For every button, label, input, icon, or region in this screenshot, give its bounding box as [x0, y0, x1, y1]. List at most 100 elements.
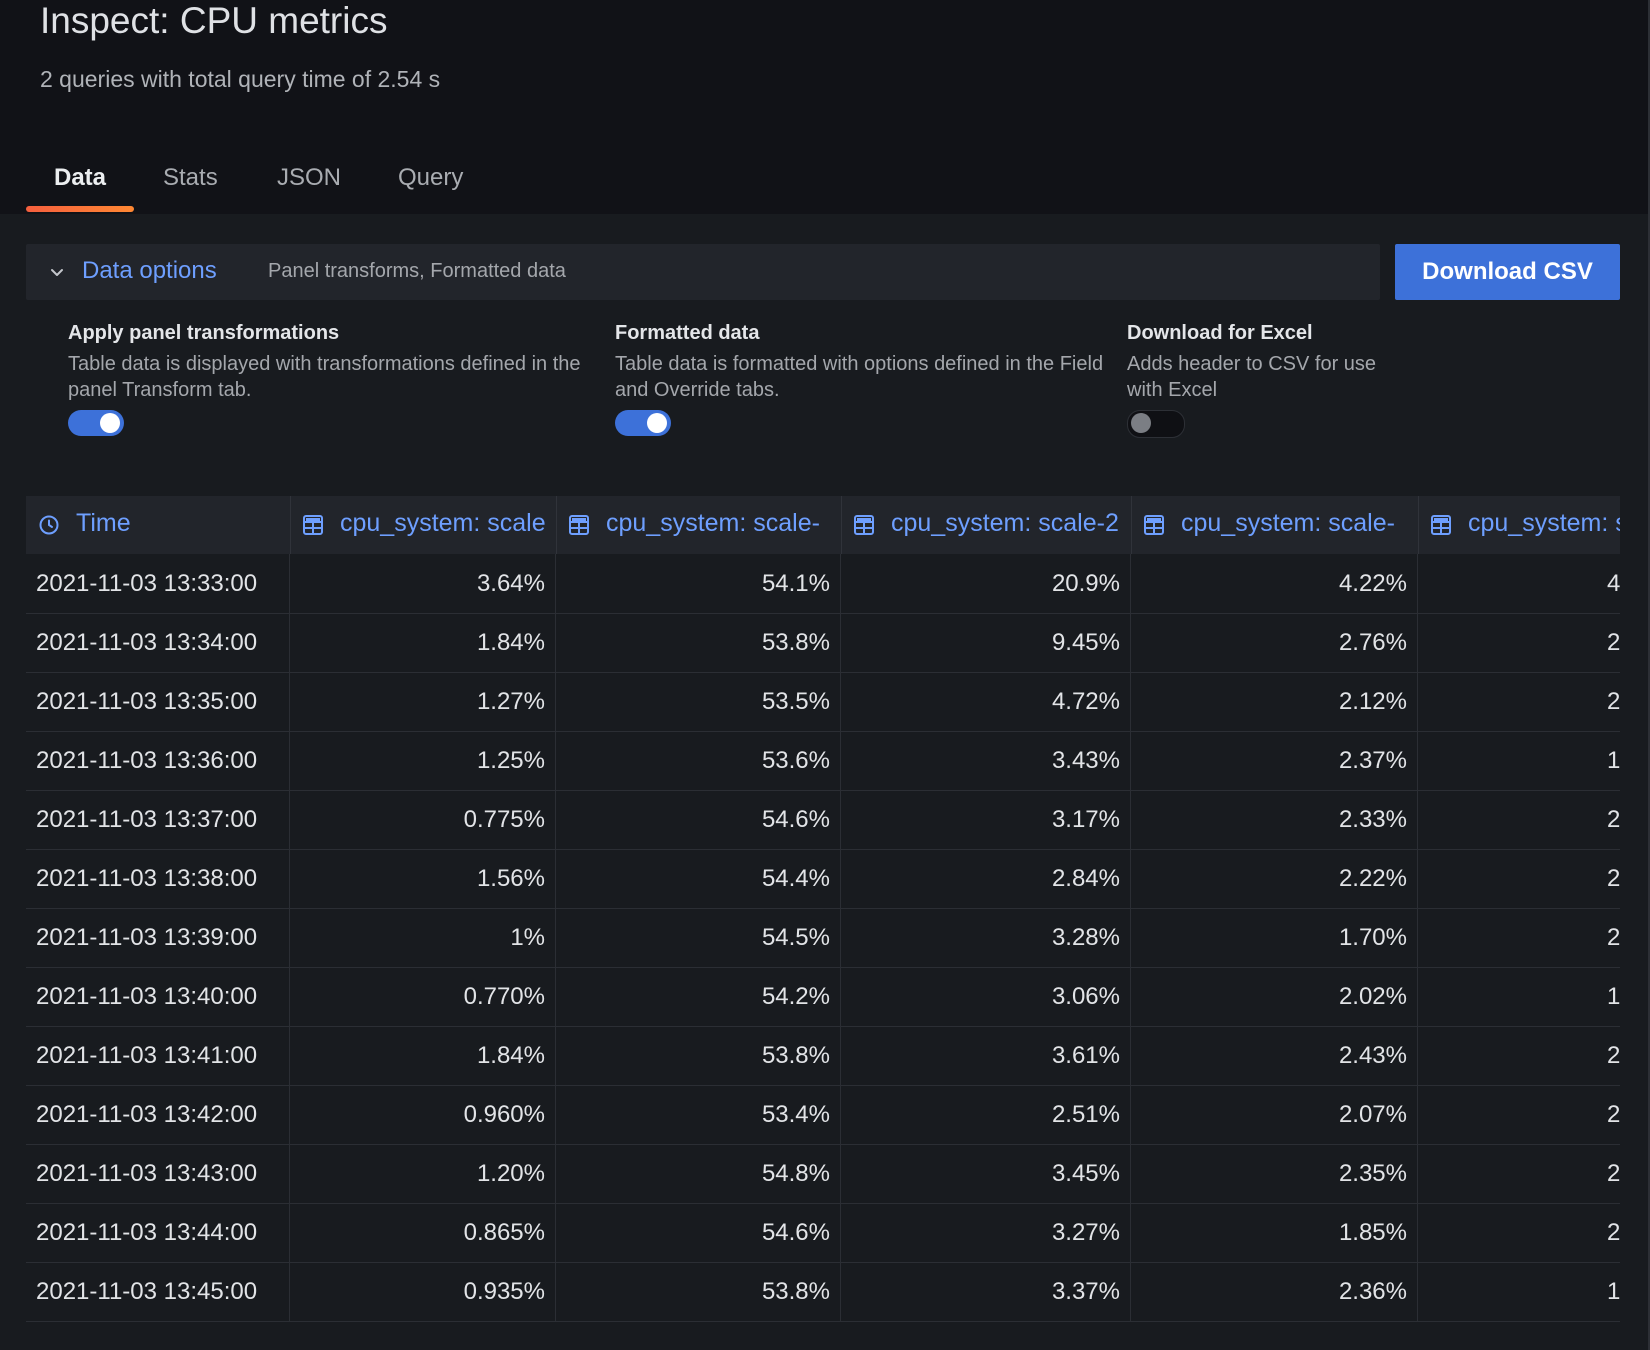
column-header-5[interactable]: cpu_system: s [1418, 496, 1620, 554]
value-cell: 3.17% [841, 790, 1131, 849]
value-cell: 2.43% [1131, 1026, 1418, 1085]
table-row: 2021-11-03 13:44:00 0.865% 54.6% 3.27% 1.85%… [26, 1203, 1620, 1263]
option-download-excel: Download for Excel Adds header to CSV fo… [1127, 322, 1387, 438]
time-cell: 2021-11-03 13:38:00 [26, 849, 290, 908]
chevron-down-icon [51, 269, 63, 276]
option-label: Formatted data [615, 322, 760, 344]
column-header-4[interactable]: cpu_system: scale- [1131, 496, 1419, 554]
data-table: Time cpu_system: scale cpu_system: scale-c… [26, 496, 1620, 1350]
tab-json[interactable]: JSON [277, 164, 341, 192]
value-cell: 2.84% [841, 849, 1131, 908]
column-header-label: cpu_system: s [1468, 509, 1620, 537]
column-header-label: cpu_system: scale-2 [891, 509, 1119, 537]
value-cell: 4.22% [1131, 554, 1418, 613]
column-header-0[interactable]: Time [26, 496, 291, 554]
value-cell: 53.8% [556, 1262, 841, 1321]
value-cell: 1. [1418, 731, 1620, 790]
value-cell: 3.64% [290, 554, 556, 613]
value-cell: 9.45% [841, 613, 1131, 672]
value-cell: 3.28% [841, 908, 1131, 967]
time-cell: 2021-11-03 13:40:00 [26, 967, 290, 1026]
toggle-knob [647, 413, 667, 433]
time-cell: 2021-11-03 13:39:00 [26, 908, 290, 967]
data-options-title: Data options [82, 257, 217, 284]
table-header: Time cpu_system: scale cpu_system: scale-c… [26, 496, 1620, 554]
column-header-2[interactable]: cpu_system: scale- [556, 496, 842, 554]
value-cell: 54.6% [556, 1203, 841, 1262]
value-cell: 54.2% [556, 967, 841, 1026]
clock-icon [39, 515, 59, 535]
option-label: Download for Excel [1127, 322, 1313, 344]
table-row: 2021-11-03 13:37:00 0.775% 54.6% 3.17% 2.33%… [26, 790, 1620, 850]
column-header-1[interactable]: cpu_system: scale [290, 496, 557, 554]
table-icon [854, 515, 874, 535]
table-row: 2021-11-03 13:40:00 0.770% 54.2% 3.06% 2.02%… [26, 967, 1620, 1027]
value-cell: 2. [1418, 1085, 1620, 1144]
inspect-header: Inspect: CPU metrics 2 queries with tota… [0, 0, 1650, 214]
download-excel-toggle[interactable] [1127, 410, 1185, 438]
table-row: 2021-11-03 13:36:00 1.25% 53.6% 3.43% 2.37% 1… [26, 731, 1620, 791]
column-header-label: cpu_system: scale- [606, 509, 820, 537]
toggle-knob [1131, 413, 1151, 433]
column-header-3[interactable]: cpu_system: scale-2 [841, 496, 1132, 554]
formatted-data-toggle[interactable] [615, 410, 671, 436]
value-cell: 2.51% [841, 1085, 1131, 1144]
tab-stats[interactable]: Stats [163, 164, 218, 192]
value-cell: 3.37% [841, 1262, 1131, 1321]
value-cell: 3.43% [841, 731, 1131, 790]
value-cell: 2. [1418, 672, 1620, 731]
download-csv-button[interactable]: Download CSV [1395, 244, 1620, 300]
value-cell: 53.6% [556, 731, 841, 790]
value-cell: 4. [1418, 554, 1620, 613]
data-options-toggle[interactable]: Data options Panel transforms, Formatted… [26, 244, 1380, 300]
value-cell: 1.25% [290, 731, 556, 790]
value-cell: 2.37% [1131, 731, 1418, 790]
value-cell: 1.84% [290, 1026, 556, 1085]
value-cell: 0.770% [290, 967, 556, 1026]
value-cell: 0.775% [290, 790, 556, 849]
time-cell: 2021-11-03 13:45:00 [26, 1262, 290, 1321]
time-cell: 2021-11-03 13:37:00 [26, 790, 290, 849]
value-cell: 4.72% [841, 672, 1131, 731]
value-cell: 2. [1418, 1144, 1620, 1203]
table-icon [569, 515, 589, 535]
apply-transformations-toggle[interactable] [68, 410, 124, 436]
toggle-knob [100, 413, 120, 433]
value-cell: 1% [290, 908, 556, 967]
value-cell: 53.8% [556, 1026, 841, 1085]
value-cell: 1.56% [290, 849, 556, 908]
value-cell: 2.07% [1131, 1085, 1418, 1144]
table-row: 2021-11-03 13:38:00 1.56% 54.4% 2.84% 2.22% 2… [26, 849, 1620, 909]
option-label: Apply panel transformations [68, 322, 340, 344]
page-title: Inspect: CPU metrics [40, 0, 388, 41]
time-cell: 2021-11-03 13:44:00 [26, 1203, 290, 1262]
tab-query[interactable]: Query [398, 164, 463, 192]
table-icon [1431, 515, 1451, 535]
value-cell: 54.1% [556, 554, 841, 613]
value-cell: 2. [1418, 1203, 1620, 1262]
value-cell: 54.5% [556, 908, 841, 967]
time-cell: 2021-11-03 13:36:00 [26, 731, 290, 790]
table-row: 2021-11-03 13:41:00 1.84% 53.8% 3.61% 2.43% 2… [26, 1026, 1620, 1086]
value-cell: 2.22% [1131, 849, 1418, 908]
value-cell: 0.960% [290, 1085, 556, 1144]
option-formatted-data: Formatted data Table data is formatted w… [615, 322, 1110, 436]
option-description: Table data is formatted with options def… [615, 353, 1104, 401]
time-cell: 2021-11-03 13:41:00 [26, 1026, 290, 1085]
table-row: 2021-11-03 13:43:00 1.20% 54.8% 3.45% 2.35% 2… [26, 1144, 1620, 1204]
value-cell: 2.02% [1131, 967, 1418, 1026]
table-row: 2021-11-03 13:39:001%54.5%3.28%1.70%2. [26, 908, 1620, 968]
value-cell: 1.27% [290, 672, 556, 731]
value-cell: 2. [1418, 790, 1620, 849]
time-cell: 2021-11-03 13:43:00 [26, 1144, 290, 1203]
value-cell: 2. [1418, 1026, 1620, 1085]
value-cell: 1.20% [290, 1144, 556, 1203]
option-apply-transformations: Apply panel transformations Table data i… [68, 322, 608, 436]
value-cell: 1.70% [1131, 908, 1418, 967]
tab-data[interactable]: Data [54, 164, 106, 192]
value-cell: 1. [1418, 1262, 1620, 1321]
column-header-label: Time [76, 509, 131, 537]
column-header-label: cpu_system: scale- [1181, 509, 1395, 537]
time-cell: 2021-11-03 13:33:00 [26, 554, 290, 613]
value-cell: 53.8% [556, 613, 841, 672]
